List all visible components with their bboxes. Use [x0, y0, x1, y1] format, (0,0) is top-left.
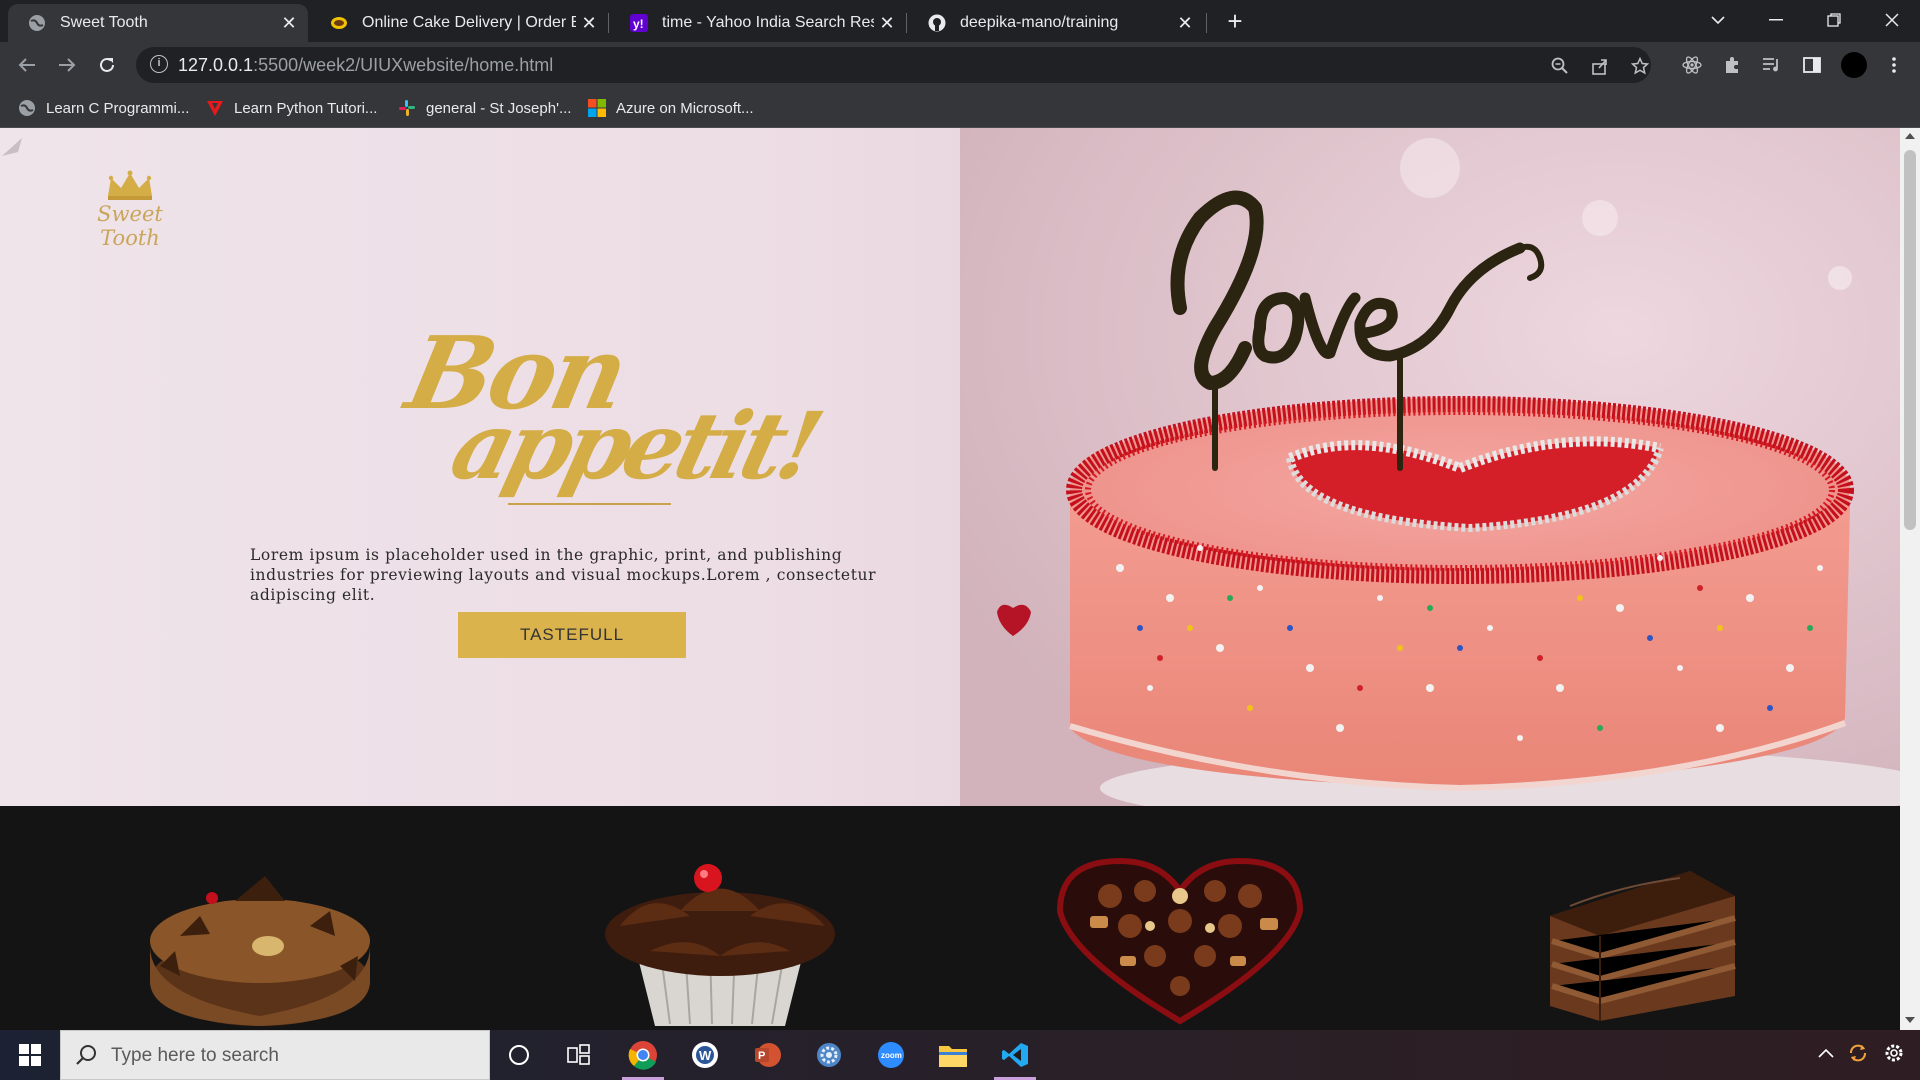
- bookmark-item[interactable]: general - St Joseph'...: [398, 96, 571, 120]
- search-icon: [76, 1045, 96, 1065]
- close-tab-icon[interactable]: ✕: [1172, 13, 1198, 34]
- tab-title: Online Cake Delivery | Order Best: [362, 14, 576, 31]
- tab-title: time - Yahoo India Search Results: [662, 14, 874, 31]
- github-icon: [928, 14, 946, 32]
- side-panel-icon[interactable]: [1801, 54, 1823, 76]
- kebab-menu-icon[interactable]: [1883, 54, 1905, 76]
- url-text: 127.0.0.1:5500/week2/UIUXwebsite/home.ht…: [178, 55, 553, 76]
- powerpoint-icon[interactable]: P: [738, 1030, 796, 1080]
- vscode-icon[interactable]: [986, 1030, 1044, 1080]
- bookmark-label: Learn C Programmi...: [46, 99, 190, 117]
- scroll-up-arrow-icon[interactable]: [1905, 132, 1915, 142]
- zoom-icon[interactable]: zoom: [862, 1030, 920, 1080]
- love-cake-image: [960, 128, 1900, 806]
- hero-description: Lorem ipsum is placeholder used in the g…: [250, 546, 877, 604]
- profile-avatar[interactable]: [1841, 52, 1867, 78]
- site-logo[interactable]: Sweet Tooth: [75, 170, 185, 250]
- globe-icon: [18, 99, 36, 117]
- chocolate-box-heart-image[interactable]: [1050, 856, 1310, 1026]
- svg-text:P: P: [758, 1050, 765, 1062]
- reload-icon[interactable]: [92, 50, 122, 80]
- bookmark-item[interactable]: Learn C Programmi...: [18, 96, 189, 120]
- react-devtools-icon[interactable]: [1681, 54, 1703, 76]
- bookmark-star-icon[interactable]: [1630, 56, 1650, 76]
- bookmarks-bar: Learn C Programmi... Learn Python Tutori…: [0, 88, 1920, 128]
- bookmark-label: Azure on Microsoft...: [616, 99, 754, 117]
- taskbar-search-input[interactable]: Type here to search: [60, 1030, 490, 1080]
- tab-separator: [608, 13, 609, 33]
- bookmark-label: general - St Joseph'...: [426, 99, 572, 117]
- scroll-down-arrow-icon[interactable]: [1905, 1016, 1915, 1026]
- cupcake-image[interactable]: [590, 856, 850, 1026]
- hero-title-line2: appetit!: [441, 392, 828, 500]
- minimize-icon[interactable]: [1748, 0, 1804, 40]
- browser-toolbar: i 127.0.0.1:5500/week2/UIUXwebsite/home.…: [0, 42, 1920, 88]
- svg-text:zoom: zoom: [881, 1051, 902, 1060]
- close-window-icon[interactable]: [1864, 0, 1920, 40]
- svg-text:y!: y!: [633, 17, 644, 31]
- confetti-icon: [2, 138, 22, 156]
- zoom-icon[interactable]: [1550, 56, 1570, 76]
- tab-title: Sweet Tooth: [60, 14, 148, 31]
- back-icon[interactable]: [12, 50, 42, 80]
- windows-start-icon[interactable]: [0, 1030, 60, 1080]
- chocolate-cake-image[interactable]: [140, 856, 380, 1026]
- python-tutorial-icon: [206, 99, 224, 117]
- page-viewport: Sweet Tooth Bon appetit! Lorem ipsum is …: [0, 128, 1900, 1030]
- crown-icon: [108, 170, 152, 200]
- address-bar[interactable]: i 127.0.0.1:5500/week2/UIUXwebsite/home.…: [136, 47, 1651, 83]
- title-underline: [508, 503, 671, 505]
- logo-text: Sweet Tooth: [97, 202, 163, 250]
- site-info-icon[interactable]: i: [150, 55, 168, 73]
- tab-github-training[interactable]: deepika-mano/training ✕: [908, 4, 1204, 42]
- hero-section: Sweet Tooth Bon appetit! Lorem ipsum is …: [0, 128, 1900, 806]
- bookmark-label: Learn Python Tutori...: [234, 99, 378, 117]
- word-icon[interactable]: W: [676, 1030, 734, 1080]
- media-control-icon[interactable]: [1761, 54, 1783, 76]
- globe-icon: [28, 14, 46, 32]
- tastefull-button[interactable]: TASTEFULL: [458, 612, 686, 658]
- sync-icon[interactable]: [1847, 1042, 1869, 1069]
- slack-icon: [398, 99, 416, 117]
- close-tab-icon[interactable]: ✕: [874, 13, 900, 34]
- url-path: :5500/week2/UIUXwebsite/home.html: [253, 55, 554, 75]
- extensions-icon[interactable]: [1721, 54, 1743, 76]
- task-view-icon[interactable]: [550, 1030, 608, 1080]
- products-section: [0, 806, 1900, 1030]
- svg-text:W: W: [699, 1048, 712, 1063]
- bookmark-item[interactable]: Azure on Microsoft...: [588, 96, 754, 120]
- url-host: 127.0.0.1: [178, 55, 254, 75]
- tab-sweet-tooth[interactable]: Sweet Tooth ✕: [8, 4, 308, 42]
- close-tab-icon[interactable]: ✕: [576, 13, 602, 34]
- restore-icon[interactable]: [1806, 0, 1862, 40]
- tab-yahoo-search[interactable]: y! time - Yahoo India Search Results ✕: [610, 4, 906, 42]
- chrome-icon[interactable]: [614, 1030, 672, 1080]
- file-explorer-icon[interactable]: [924, 1030, 982, 1080]
- tab-title: deepika-mano/training: [960, 14, 1119, 31]
- pastry-slice-image[interactable]: [1540, 856, 1740, 1026]
- windows-taskbar: Type here to search W P zoom: [0, 1030, 1920, 1080]
- tray-settings-gear-icon[interactable]: [1883, 1042, 1905, 1069]
- hero-title: Bon appetit!: [385, 304, 827, 514]
- small-heart-icon: [997, 604, 1031, 636]
- close-tab-icon[interactable]: ✕: [276, 13, 302, 34]
- search-placeholder: Type here to search: [111, 1045, 279, 1066]
- forward-icon[interactable]: [52, 50, 82, 80]
- share-icon[interactable]: [1590, 56, 1610, 76]
- tab-separator: [1206, 13, 1207, 33]
- tab-cake-delivery[interactable]: Online Cake Delivery | Order Best ✕: [310, 4, 608, 42]
- tab-search-icon[interactable]: [1690, 0, 1746, 40]
- cortana-icon[interactable]: [490, 1030, 548, 1080]
- show-hidden-icons-chevron-icon[interactable]: [1818, 1042, 1834, 1063]
- page-scrollbar[interactable]: [1900, 128, 1920, 1030]
- yahoo-icon: y!: [630, 14, 648, 32]
- tab-strip: Sweet Tooth ✕ Online Cake Delivery | Ord…: [0, 0, 1920, 42]
- scrollbar-thumb[interactable]: [1904, 150, 1916, 530]
- settings-icon[interactable]: [800, 1030, 858, 1080]
- microsoft-icon: [588, 99, 606, 117]
- bookmark-item[interactable]: Learn Python Tutori...: [206, 96, 377, 120]
- cake-site-icon: [330, 14, 348, 32]
- tab-separator: [906, 13, 907, 33]
- new-tab-button[interactable]: +: [1222, 8, 1248, 34]
